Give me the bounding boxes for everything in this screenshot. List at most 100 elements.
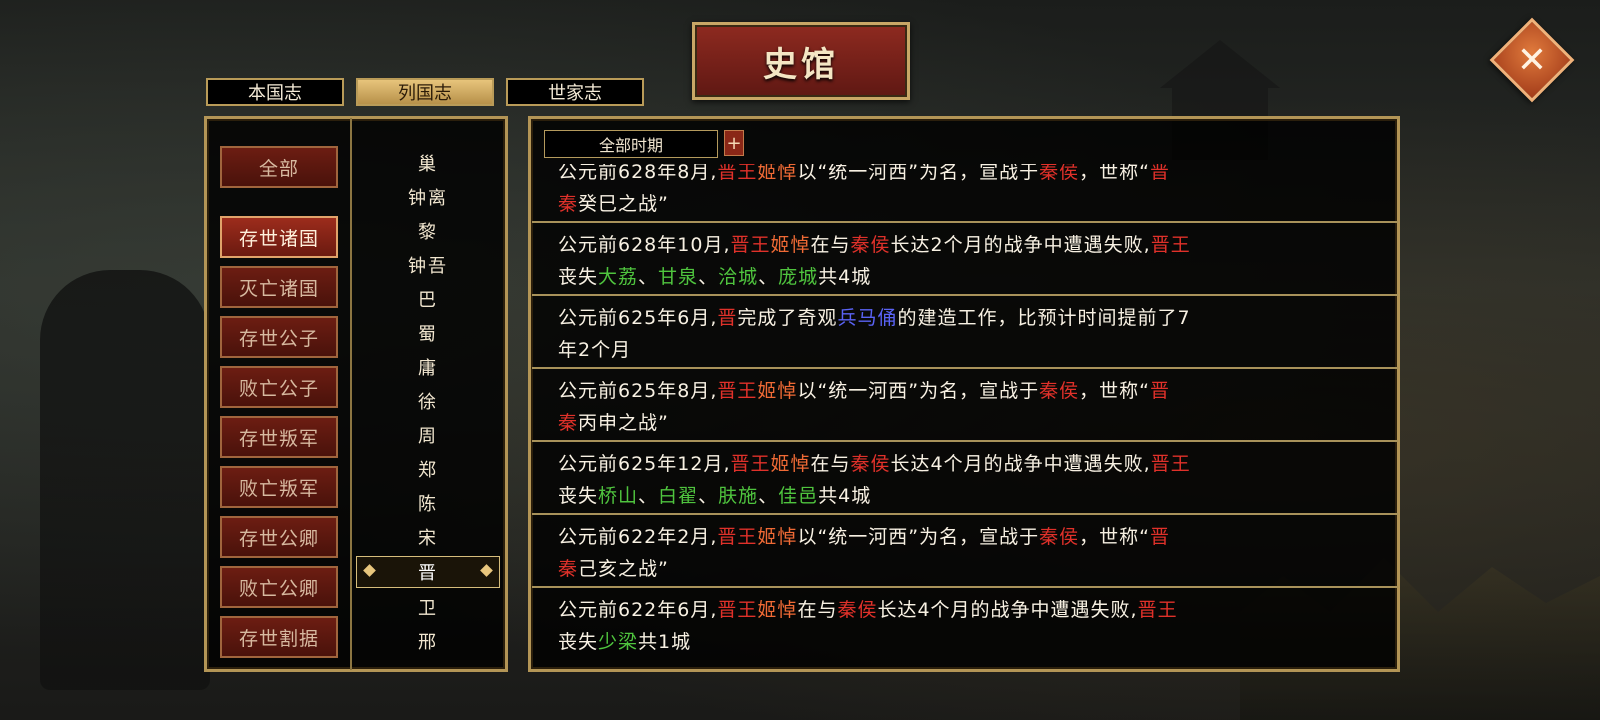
state-list-item[interactable]: 徐: [356, 384, 500, 418]
category-button[interactable]: 败亡叛军: [220, 466, 338, 508]
category-button[interactable]: 败亡公子: [220, 366, 338, 408]
records-list[interactable]: 公元前628年8月,晋王姬悼以“统一河西”为名，宣战于秦侯，世称“晋 秦癸巳之战”…: [532, 164, 1398, 670]
highlighted-term: 姬悼: [770, 234, 811, 256]
record-line: 公元前625年6月,晋完成了奇观兵马俑的建造工作，比预计时间提前了7: [558, 302, 1358, 334]
highlighted-term: 晋王: [717, 526, 758, 548]
record-text: 共4城: [818, 485, 872, 507]
highlighted-term: 晋王: [717, 380, 758, 402]
state-name: 周: [418, 426, 438, 447]
record-text: 以“统一河西”为名，宣战于: [797, 380, 1040, 402]
state-list-item[interactable]: 巴: [356, 282, 500, 316]
tab-families-annals[interactable]: 世家志: [506, 78, 644, 106]
record-text: 丧失: [558, 631, 599, 653]
history-record: 公元前625年12月,晋王姬悼在与秦侯长达4个月的战争中遭遇失败,晋王 丧失桥山、…: [532, 440, 1398, 513]
record-text: 公元前625年8月,: [558, 380, 718, 402]
state-name: 巴: [418, 290, 438, 311]
record-line: 公元前622年2月,晋王姬悼以“统一河西”为名，宣战于秦侯，世称“晋: [558, 521, 1358, 553]
category-button[interactable]: 灭亡诸国: [220, 266, 338, 308]
selection-diamond-icon: [363, 564, 376, 577]
state-name: 黎: [418, 222, 438, 243]
history-record: 公元前628年10月,晋王姬悼在与秦侯长达2个月的战争中遭遇失败,晋王 丧失大荔、…: [532, 221, 1398, 294]
state-list-item[interactable]: 庸: [356, 350, 500, 384]
page-title: 史馆: [763, 44, 839, 85]
record-line: 公元前625年12月,晋王姬悼在与秦侯长达4个月的战争中遭遇失败,晋王: [558, 448, 1358, 480]
record-line: 公元前625年8月,晋王姬悼以“统一河西”为名，宣战于秦侯，世称“晋: [558, 375, 1358, 407]
state-name: 晋: [418, 563, 438, 584]
category-list: 全部 存世诸国灭亡诸国存世公子败亡公子存世叛军败亡叛军存世公卿败亡公卿存世割据: [220, 146, 340, 666]
category-button[interactable]: 存世叛军: [220, 416, 338, 458]
state-name: 钟离: [408, 188, 448, 209]
record-text: 在与: [810, 453, 851, 475]
highlighted-term: 晋: [1149, 164, 1170, 183]
record-text: 癸巳之战”: [578, 193, 669, 215]
record-text: ，世称“: [1079, 164, 1150, 183]
record-text: 公元前625年12月,: [558, 453, 731, 475]
highlighted-term: 秦侯: [1039, 380, 1080, 402]
tab-states-annals[interactable]: 列国志: [356, 78, 494, 106]
state-list-item[interactable]: 邢: [356, 624, 500, 658]
state-list-item[interactable]: 郑: [356, 452, 500, 486]
record-line: 秦丙申之战”: [558, 407, 1358, 439]
record-text: 丙申之战”: [578, 412, 669, 434]
highlighted-term: 兵马俑: [837, 307, 898, 329]
highlighted-term: 姬悼: [757, 599, 798, 621]
highlighted-term: 姬悼: [770, 453, 811, 475]
highlighted-term: 秦侯: [1039, 526, 1080, 548]
selection-diamond-icon: [480, 564, 493, 577]
record-text: 长达4个月的战争中遭遇失败,: [890, 453, 1151, 475]
record-text: 的建造工作，比预计时间提前了7: [897, 307, 1191, 329]
close-icon[interactable]: ✕: [1502, 30, 1562, 90]
state-list-item[interactable]: 周: [356, 418, 500, 452]
state-list-item[interactable]: 黎: [356, 214, 500, 248]
state-name: 钟吾: [408, 256, 448, 277]
category-button[interactable]: 存世公子: [220, 316, 338, 358]
record-text: 丧失: [558, 266, 599, 288]
state-list-item[interactable]: 卫: [356, 590, 500, 624]
category-button[interactable]: 存世诸国: [220, 216, 338, 258]
background-figure: [40, 270, 210, 690]
state-list-item[interactable]: 巢: [356, 146, 500, 180]
highlighted-term: 肤施: [718, 485, 759, 507]
highlighted-term: 洽城: [718, 266, 759, 288]
highlighted-term: 少梁: [598, 631, 639, 653]
category-button[interactable]: 存世割据: [220, 616, 338, 658]
highlighted-term: 晋王: [1137, 599, 1178, 621]
state-list-item[interactable]: 晋: [356, 556, 500, 588]
record-line: 年2个月: [558, 334, 1358, 366]
state-name: 徐: [418, 392, 438, 413]
highlighted-term: 桥山: [598, 485, 639, 507]
highlighted-term: 庞城: [778, 266, 819, 288]
record-text: ，世称“: [1079, 526, 1150, 548]
record-text: 公元前628年8月,: [558, 164, 718, 183]
highlighted-term: 大荔: [598, 266, 639, 288]
highlighted-term: 晋王: [730, 234, 771, 256]
period-filter-plus-button[interactable]: +: [724, 130, 744, 156]
state-list-item[interactable]: 蜀: [356, 316, 500, 350]
highlighted-term: 晋王: [1150, 453, 1191, 475]
highlighted-term: 甘泉: [658, 266, 699, 288]
highlighted-term: 晋: [717, 307, 738, 329]
state-list-item[interactable]: 陈: [356, 486, 500, 520]
highlighted-term: 秦侯: [837, 599, 878, 621]
category-button[interactable]: 存世公卿: [220, 516, 338, 558]
highlighted-term: 佳邑: [778, 485, 819, 507]
history-record: 公元前628年8月,晋王姬悼以“统一河西”为名，宣战于秦侯，世称“晋 秦癸巳之战”: [532, 164, 1398, 221]
record-text: 、: [758, 266, 779, 288]
period-filter-dropdown[interactable]: 全部时期: [544, 130, 718, 158]
highlighted-term: 晋: [1149, 380, 1170, 402]
highlighted-term: 秦: [558, 412, 579, 434]
highlighted-term: 晋王: [1150, 234, 1191, 256]
state-list-item[interactable]: 钟离: [356, 180, 500, 214]
history-record: 公元前622年6月,晋王姬悼在与秦侯长达4个月的战争中遭遇失败,晋王 丧失少梁共1…: [532, 586, 1398, 659]
state-list-item[interactable]: 钟吾: [356, 248, 500, 282]
history-record: 公元前625年8月,晋王姬悼以“统一河西”为名，宣战于秦侯，世称“晋 秦丙申之战”: [532, 367, 1398, 440]
record-text: 己亥之战”: [578, 558, 669, 580]
record-line: 丧失大荔、甘泉、洽城、庞城共4城: [558, 261, 1358, 293]
category-all-button[interactable]: 全部: [220, 146, 338, 188]
highlighted-term: 姬悼: [757, 164, 798, 183]
state-list-item[interactable]: 宋: [356, 520, 500, 554]
record-line: 丧失少梁共1城: [558, 626, 1358, 658]
category-button[interactable]: 败亡公卿: [220, 566, 338, 608]
highlighted-term: 晋: [1149, 526, 1170, 548]
tab-native-annals[interactable]: 本国志: [206, 78, 344, 106]
